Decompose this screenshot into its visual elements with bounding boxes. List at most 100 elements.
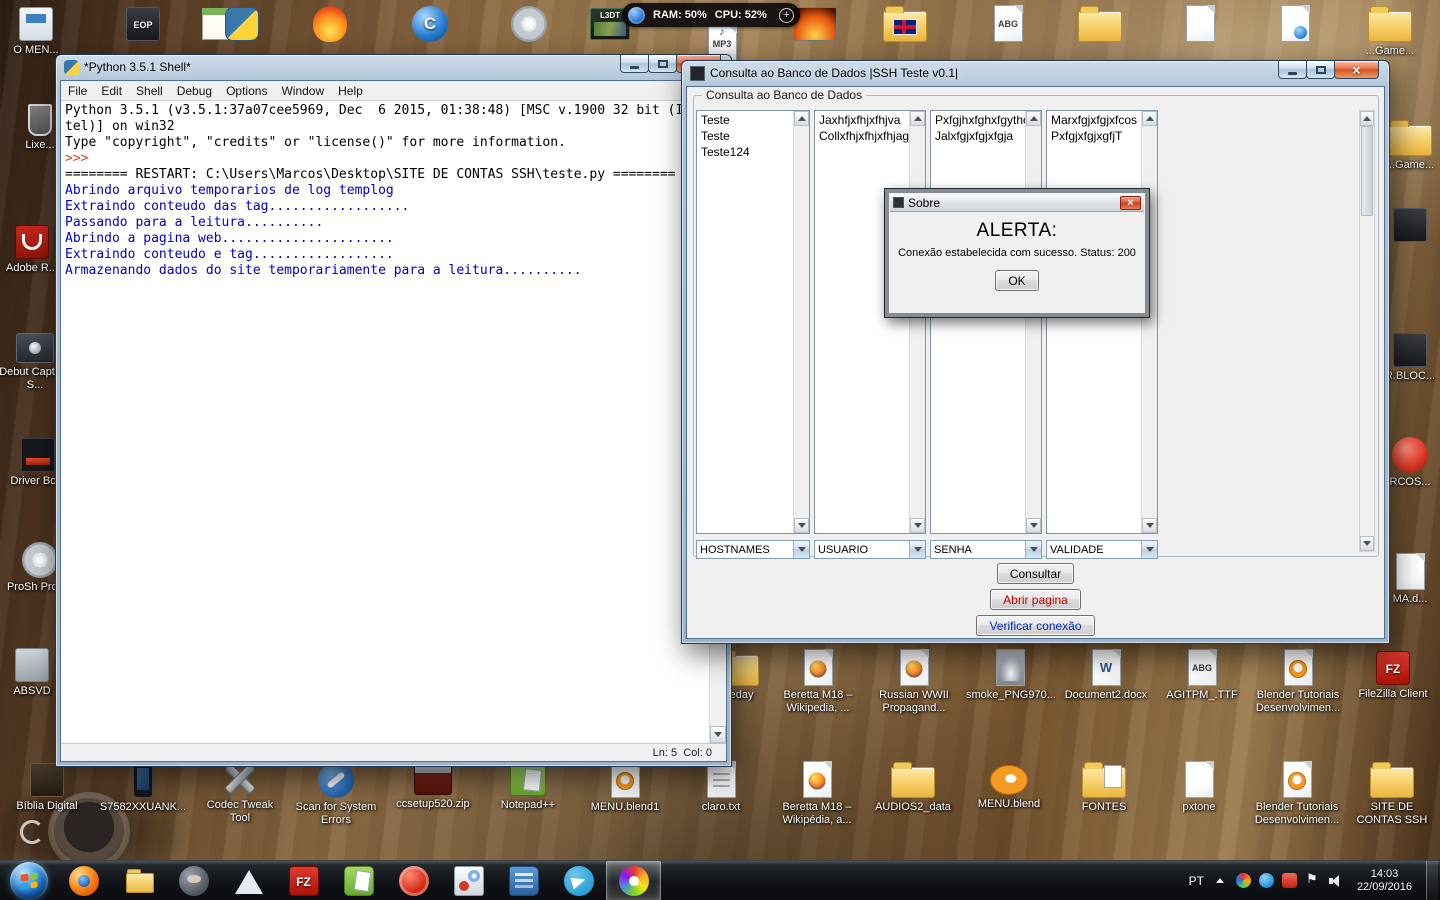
list-item[interactable]: PxfgjxfgjxgfjT xyxy=(1048,128,1141,144)
scroll-up-button[interactable] xyxy=(1026,111,1041,126)
desktop-icon[interactable]: smoke_PNG970... xyxy=(964,648,1056,702)
list-item[interactable]: Jaxhfjxfhjxfhjva xyxy=(816,112,909,128)
scroll-thumb[interactable] xyxy=(1361,126,1373,216)
desktop-icon[interactable]: MENU.blend xyxy=(963,760,1055,811)
close-button[interactable] xyxy=(1334,61,1379,79)
menu-item[interactable]: Options xyxy=(219,82,274,100)
desktop-icon[interactable]: ccsetup520.zip xyxy=(387,760,479,811)
desktop-icon[interactable] xyxy=(196,4,288,44)
desktop-icon[interactable]: FONTES xyxy=(1058,760,1150,814)
desktop-icon[interactable]: Blender Tutoriais Desenvolvimen... xyxy=(1251,760,1343,827)
taskbar-item[interactable] xyxy=(221,861,276,900)
desktop-icon[interactable]: Blender Tutoriais Desenvolvimen... xyxy=(1252,648,1344,715)
list-item[interactable]: Teste xyxy=(698,128,793,144)
desktop-icon[interactable]: Bíblia Digital xyxy=(1,760,93,813)
listbox-senha[interactable]: Pxfgjhxfghxfgytho Jalxfgjxfgjxfgja xyxy=(930,110,1042,534)
scrollbar[interactable] xyxy=(1025,111,1041,533)
desktop-icon[interactable]: S7582XXUANK... xyxy=(97,760,189,814)
taskbar-item[interactable] xyxy=(111,861,166,900)
dropdown-button[interactable] xyxy=(909,541,925,558)
list-item[interactable]: Pxfgjhxfghxfgytho xyxy=(932,112,1025,128)
desktop-icon[interactable]: FZ FileZilla Client xyxy=(1347,648,1439,701)
scroll-down-button[interactable] xyxy=(710,726,726,743)
taskbar-item[interactable] xyxy=(166,861,221,900)
overlay-expand-button[interactable]: + xyxy=(779,7,794,23)
menu-item[interactable]: Help xyxy=(331,82,370,100)
desktop-icon[interactable] xyxy=(1154,4,1246,45)
taskbar-item[interactable] xyxy=(606,860,661,900)
action-button[interactable]: Abrir pagina xyxy=(990,589,1081,610)
menu-item[interactable]: Shell xyxy=(129,82,170,100)
desktop-icon[interactable]: Scan for System Errors xyxy=(290,760,382,827)
list-item[interactable]: Teste124 xyxy=(698,144,793,160)
scroll-up-button[interactable] xyxy=(794,111,809,126)
tray-icon[interactable] xyxy=(1235,873,1251,888)
desktop-icon[interactable]: C xyxy=(384,4,476,45)
list-item[interactable]: Marxfgjxfgjxfcos xyxy=(1048,112,1141,128)
desktop-icon[interactable] xyxy=(483,4,575,45)
desktop-icon[interactable] xyxy=(284,4,376,45)
menu-item[interactable]: Debug xyxy=(170,82,219,100)
listbox-validade[interactable]: Marxfgjxfgjxfcos PxfgjxfgjxgfjT xyxy=(1046,110,1158,534)
scrollbar[interactable] xyxy=(1359,110,1375,552)
taskbar-item[interactable] xyxy=(441,861,496,900)
desktop-icon[interactable]: MENU.blend1 xyxy=(579,760,671,814)
language-indicator[interactable]: PT xyxy=(1189,874,1204,888)
combo-hostnames[interactable]: HOSTNAMES xyxy=(696,540,810,559)
tray-icon[interactable] xyxy=(1328,873,1343,888)
desktop-icon[interactable]: O MEN... xyxy=(0,4,82,57)
combo-senha[interactable]: SENHA xyxy=(930,540,1042,559)
scroll-down-button[interactable] xyxy=(1142,518,1157,533)
maximize-button[interactable] xyxy=(648,55,677,73)
taskbar-item[interactable] xyxy=(496,861,551,900)
desktop-icon[interactable]: Beretta M18 – Wikipedia, ... xyxy=(772,648,864,715)
scroll-up-button[interactable] xyxy=(1360,111,1374,126)
dropdown-button[interactable] xyxy=(1025,541,1041,558)
combo-usuario[interactable]: USUARIO xyxy=(814,540,926,559)
desktop-icon[interactable]: SITE DE CONTAS SSH xyxy=(1346,760,1438,827)
list-item[interactable]: Collxfhjxfhjxfhjage xyxy=(816,128,909,144)
desktop-icon[interactable]: Russian WWII Propagand... xyxy=(868,648,960,715)
desktop-icon[interactable]: Beretta M18 – Wikipédia, a... xyxy=(771,760,863,827)
close-button[interactable] xyxy=(1120,195,1141,210)
scrollbar[interactable] xyxy=(909,111,925,533)
ok-button[interactable]: OK xyxy=(995,270,1039,291)
start-button[interactable] xyxy=(10,861,48,900)
desktop-icon[interactable]: Codec Tweak Tool xyxy=(194,760,286,825)
list-item[interactable]: Teste xyxy=(698,112,793,128)
list-item[interactable]: Jalxfgjxfgjxfgja xyxy=(932,128,1025,144)
dropdown-button[interactable] xyxy=(1141,541,1157,558)
listbox-hostnames[interactable]: Teste Teste Teste124 xyxy=(696,110,810,534)
taskbar-item[interactable] xyxy=(56,861,111,900)
scroll-down-button[interactable] xyxy=(794,518,809,533)
desktop-icon[interactable]: ABG AGITPM_.TTF xyxy=(1156,648,1248,702)
show-desktop-button[interactable] xyxy=(1426,860,1438,900)
sobre-titlebar[interactable]: Sobre xyxy=(890,194,1144,212)
desktop-icon[interactable]: Notepad++ xyxy=(482,760,574,812)
console-output[interactable]: Python 3.5.1 (v3.5.1:37a07cee5969, Dec 6… xyxy=(61,101,726,743)
menu-item[interactable]: File xyxy=(61,82,94,100)
desktop-icon[interactable]: pxtone xyxy=(1153,760,1245,814)
dropdown-button[interactable] xyxy=(793,541,809,558)
scrollbar[interactable] xyxy=(1141,111,1157,533)
minimize-button[interactable] xyxy=(1278,61,1307,79)
maximize-button[interactable] xyxy=(1306,61,1335,79)
desktop-icon[interactable] xyxy=(859,4,951,45)
taskbar-item[interactable] xyxy=(551,861,606,900)
taskbar-item[interactable] xyxy=(331,861,386,900)
menu-item[interactable]: Window xyxy=(274,82,331,100)
menu-item[interactable]: Edit xyxy=(94,82,129,100)
listbox-usuario[interactable]: Jaxhfjxfhjxfhjva Collxfhjxfhjxfhjage xyxy=(814,110,926,534)
desktop-icon[interactable]: ABG xyxy=(962,4,1054,45)
taskbar-item[interactable]: FZ xyxy=(276,861,331,900)
combo-validade[interactable]: VALIDADE xyxy=(1046,540,1158,559)
desktop-icon[interactable] xyxy=(1054,4,1146,45)
scrollbar[interactable] xyxy=(793,111,809,533)
desktop-icon[interactable]: claro.txt xyxy=(675,760,767,814)
tray-icon[interactable] xyxy=(1258,873,1274,888)
scroll-down-button[interactable] xyxy=(910,518,925,533)
tray-icon[interactable] xyxy=(1281,873,1297,888)
minimize-button[interactable] xyxy=(620,55,649,73)
desktop-icon[interactable]: W Document2.docx xyxy=(1060,648,1152,702)
tray-expand-button[interactable] xyxy=(1212,873,1228,889)
